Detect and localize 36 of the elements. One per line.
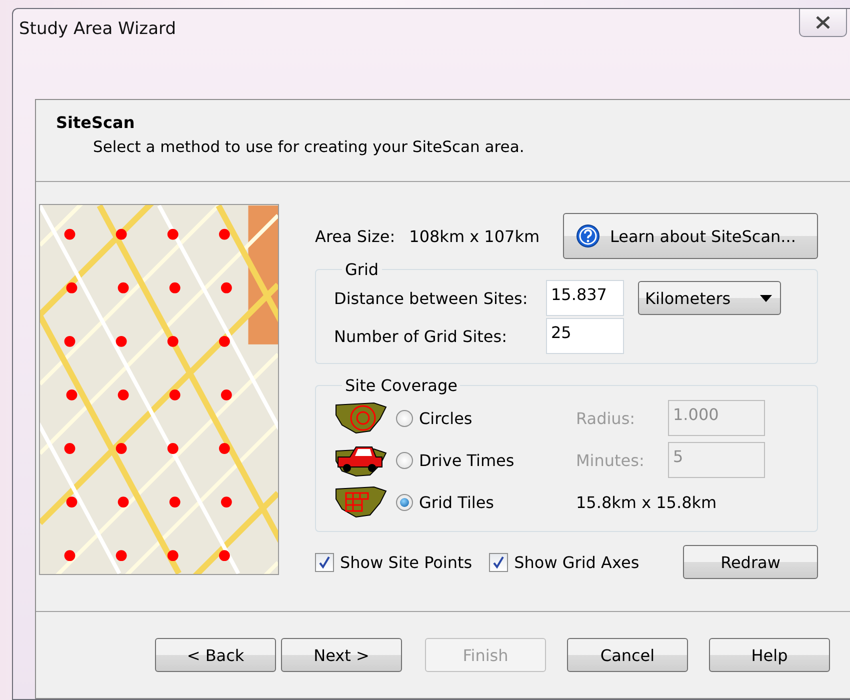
map-grid-icon [334,485,388,519]
wizard-button[interactable]: < Back [155,638,276,672]
checkbox-label: Show Grid Axes [514,552,640,572]
coverage-field-label: Radius: [576,408,636,428]
grid-sites-label: Number of Grid Sites: [334,326,508,346]
wizard-button[interactable]: Next > [281,638,402,672]
checkmark-icon [318,556,331,568]
coverage-label: Drive Times [419,450,514,470]
close-button[interactable] [799,9,847,37]
area-size-label: Area Size: [315,226,396,246]
learn-button[interactable]: Learn about SiteScan... [563,213,818,259]
site-coverage-title: Site Coverage [344,376,458,395]
coverage-radio[interactable] [396,494,413,510]
page-title: SiteScan [56,113,136,132]
unit-dropdown[interactable]: Kilometers [638,281,781,315]
caret-icon [760,294,772,302]
tile-size-text: 15.8km x 15.8km [576,492,717,512]
close-icon [815,16,831,29]
area-size-value: 108km x 107km [409,226,540,246]
coverage-label: Grid Tiles [419,492,494,512]
coverage-field-label: Minutes: [576,450,646,470]
checkbox-label: Show Site Points [340,552,472,572]
grid-sites-input[interactable]: 25 [546,318,624,354]
wizard-button[interactable]: Cancel [567,638,688,672]
checkbox[interactable] [315,552,334,572]
page-subtitle: Select a method to use for creating your SiteScan area. [93,138,526,156]
checkbox[interactable] [489,552,508,572]
distance-label: Distance between Sites: [334,288,529,308]
redraw-button[interactable]: Redraw [683,545,818,579]
window-title: Study Area Wizard [19,19,176,39]
grid-title: Grid [344,260,380,279]
wizard-button[interactable]: Help [709,638,830,672]
checkmark-icon [492,556,506,568]
coverage-label: Circles [419,408,472,428]
distance-input[interactable]: 15.837 [546,280,624,316]
help-icon [576,224,600,248]
